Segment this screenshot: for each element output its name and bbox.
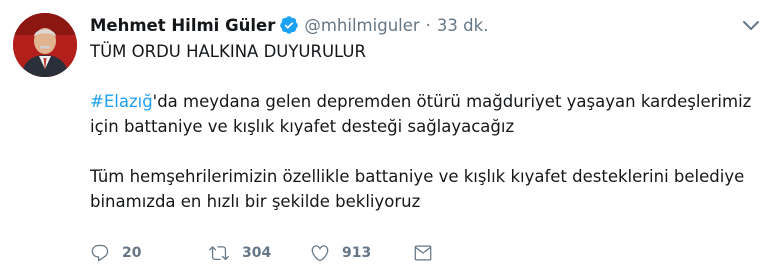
tweet-line-1: TÜM ORDU HALKINA DUYURULUR <box>90 42 366 61</box>
tweet-line-3: için battaniye ve kışlık kıyafet desteği… <box>90 117 515 136</box>
chevron-down-icon[interactable] <box>741 18 761 32</box>
like-button[interactable]: 913 <box>310 243 412 263</box>
retweet-icon <box>209 246 229 261</box>
tweet-card: Mehmet Hilmi Güler @mhilmiguler · 33 dk.… <box>0 0 775 274</box>
retweet-button[interactable]: 304 <box>208 243 310 263</box>
tweet-line-2: #Elazığ'da meydana gelen depremden ötürü… <box>90 89 760 114</box>
user-handle[interactable]: @mhilmiguler <box>304 16 419 35</box>
display-name[interactable]: Mehmet Hilmi Güler <box>90 16 275 35</box>
avatar[interactable] <box>13 13 77 77</box>
verified-badge-icon <box>279 15 299 35</box>
tweet-header: Mehmet Hilmi Güler @mhilmiguler · 33 dk. <box>90 13 488 37</box>
timestamp[interactable]: 33 dk. <box>437 16 489 35</box>
direct-message-button[interactable] <box>412 243 434 263</box>
heart-icon <box>311 245 329 262</box>
tweet-text: TÜM ORDU HALKINA DUYURULUR #Elazığ'da me… <box>90 39 760 214</box>
action-bar: 20 304 913 <box>90 240 434 266</box>
tweet-line-2-text: 'da meydana gelen depremden ötürü mağdur… <box>152 92 752 111</box>
tweet-line-5: binamızda en hızlı bir şekilde bekliyoru… <box>90 192 421 211</box>
tweet-line-4: Tüm hemşehrilerimizin özellikle battaniy… <box>90 167 745 186</box>
avatar-portrait-icon <box>13 13 77 77</box>
reply-count: 20 <box>122 245 142 261</box>
reply-icon <box>91 244 109 262</box>
like-count: 913 <box>342 245 372 261</box>
retweet-count: 304 <box>242 245 272 261</box>
separator-dot: · <box>425 15 431 35</box>
reply-button[interactable]: 20 <box>90 243 208 263</box>
envelope-icon <box>414 245 432 261</box>
hashtag-link[interactable]: #Elazığ <box>90 92 153 111</box>
